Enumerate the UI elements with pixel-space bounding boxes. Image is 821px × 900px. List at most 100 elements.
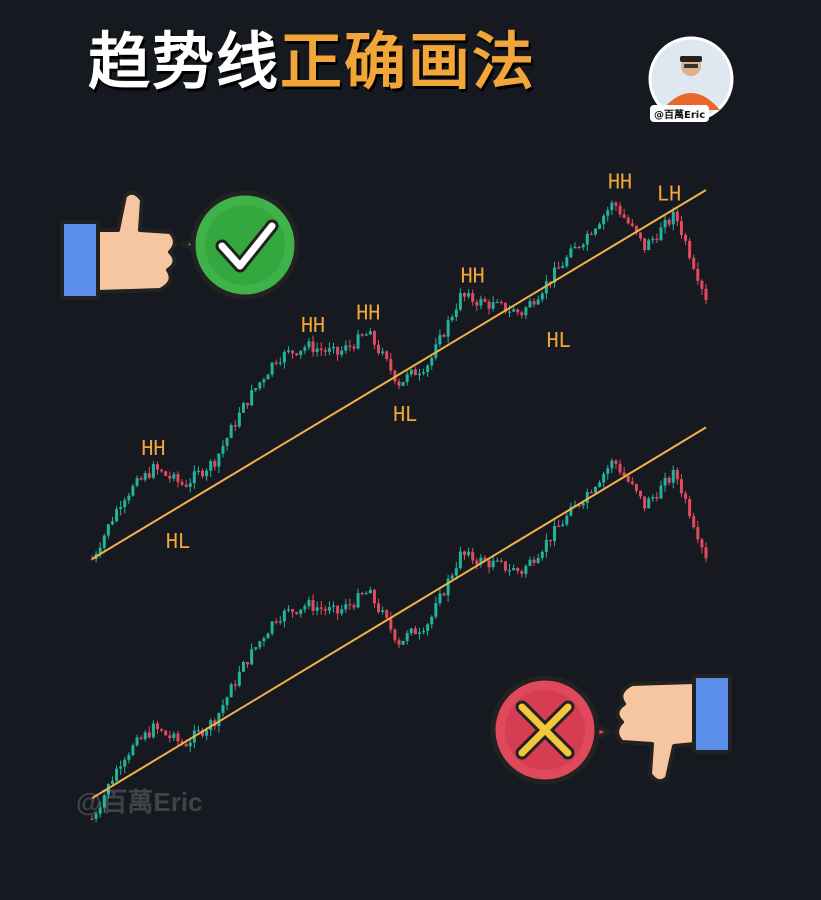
candle-body [254, 647, 258, 650]
swing-label-lh: LH [657, 182, 681, 206]
candle-body [557, 525, 561, 528]
candle-body [278, 362, 282, 364]
candle-body [495, 560, 499, 562]
candle-body [295, 612, 299, 614]
watermark: @百萬Eric [76, 787, 203, 817]
swing-label-hh: HH [461, 264, 485, 288]
candle-body [233, 425, 237, 427]
candle-body [450, 575, 454, 579]
candle-body [286, 609, 290, 611]
candle-body [495, 301, 499, 304]
candle-body [471, 551, 475, 561]
candle-body [102, 535, 106, 548]
candle-body [221, 705, 225, 713]
candle-body [139, 737, 143, 740]
candle-body [155, 723, 159, 730]
candle-body [213, 460, 217, 467]
candle-body [217, 453, 221, 467]
candle-body [323, 350, 327, 352]
candle-body [643, 238, 647, 251]
candle-body [602, 473, 606, 483]
candle-body [372, 589, 376, 604]
candle-body [201, 470, 205, 477]
candle-body [332, 605, 336, 608]
candle-body [250, 390, 254, 406]
candle-body [532, 559, 536, 563]
candle-body [135, 737, 139, 746]
candle-body [286, 350, 290, 352]
candle-body [299, 609, 303, 614]
candle-body [147, 473, 151, 478]
candle-body [327, 348, 331, 352]
candle-body [364, 593, 368, 595]
candle-body [184, 484, 188, 487]
candle-body [430, 616, 434, 625]
candle-body [143, 473, 147, 480]
candle-body [241, 661, 245, 672]
candle-body [303, 606, 307, 610]
candle-body [172, 733, 176, 739]
candle-body [655, 238, 659, 241]
candle-body [667, 477, 671, 483]
candle-body [413, 369, 417, 376]
candle-body [622, 214, 626, 218]
candle-body [430, 357, 434, 366]
candle-body [516, 309, 520, 313]
candle-body [508, 570, 512, 572]
candle-body [115, 768, 119, 781]
candle-body [536, 299, 540, 305]
candle-body [368, 589, 372, 594]
candle-body [475, 560, 479, 565]
candle-body [536, 557, 540, 563]
candle-body [180, 481, 184, 485]
candle-body [573, 246, 577, 249]
candle-body [176, 733, 180, 742]
candle-body [151, 464, 155, 478]
candle-body [520, 312, 524, 316]
candle-body [131, 485, 135, 496]
candle-body [336, 605, 340, 614]
candle-body [110, 521, 114, 525]
candle-body [311, 600, 315, 611]
candle-body [442, 593, 446, 596]
swing-label-hh: HH [301, 313, 325, 337]
candle-body [675, 469, 679, 480]
lower-chart-incorrect [90, 426, 708, 823]
candle-body [684, 235, 688, 241]
candle-body [106, 524, 110, 536]
candle-body [192, 471, 196, 484]
candle-body [143, 732, 147, 740]
candle-body [299, 350, 303, 356]
candle-body [246, 661, 250, 665]
candle-body [164, 471, 168, 476]
candle-body [115, 509, 119, 522]
candle-body [205, 470, 209, 477]
candle-body [229, 425, 233, 439]
candle-body [467, 293, 471, 297]
candle-body [123, 500, 127, 508]
candle-body [315, 348, 319, 353]
candle-body [229, 684, 233, 698]
candle-body [397, 381, 401, 386]
candle-body [307, 600, 311, 607]
candle-body [524, 565, 528, 574]
candle-body [217, 712, 221, 727]
candle-body [491, 302, 495, 309]
candle-body [684, 493, 688, 500]
candle-body [385, 351, 389, 359]
candle-body [319, 348, 323, 351]
candle-body [188, 742, 192, 747]
candle-body [524, 307, 528, 316]
candle-body [528, 301, 532, 308]
candle-body [307, 341, 311, 348]
candle-body [381, 351, 385, 354]
candle-body [618, 463, 622, 473]
candle-body [610, 202, 614, 211]
candle-body [548, 539, 552, 542]
candle-body [139, 478, 143, 480]
candle-body [704, 288, 708, 300]
candle-body [520, 570, 524, 574]
candle-body [385, 610, 389, 618]
candle-body [458, 293, 462, 310]
candle-body [589, 233, 593, 236]
